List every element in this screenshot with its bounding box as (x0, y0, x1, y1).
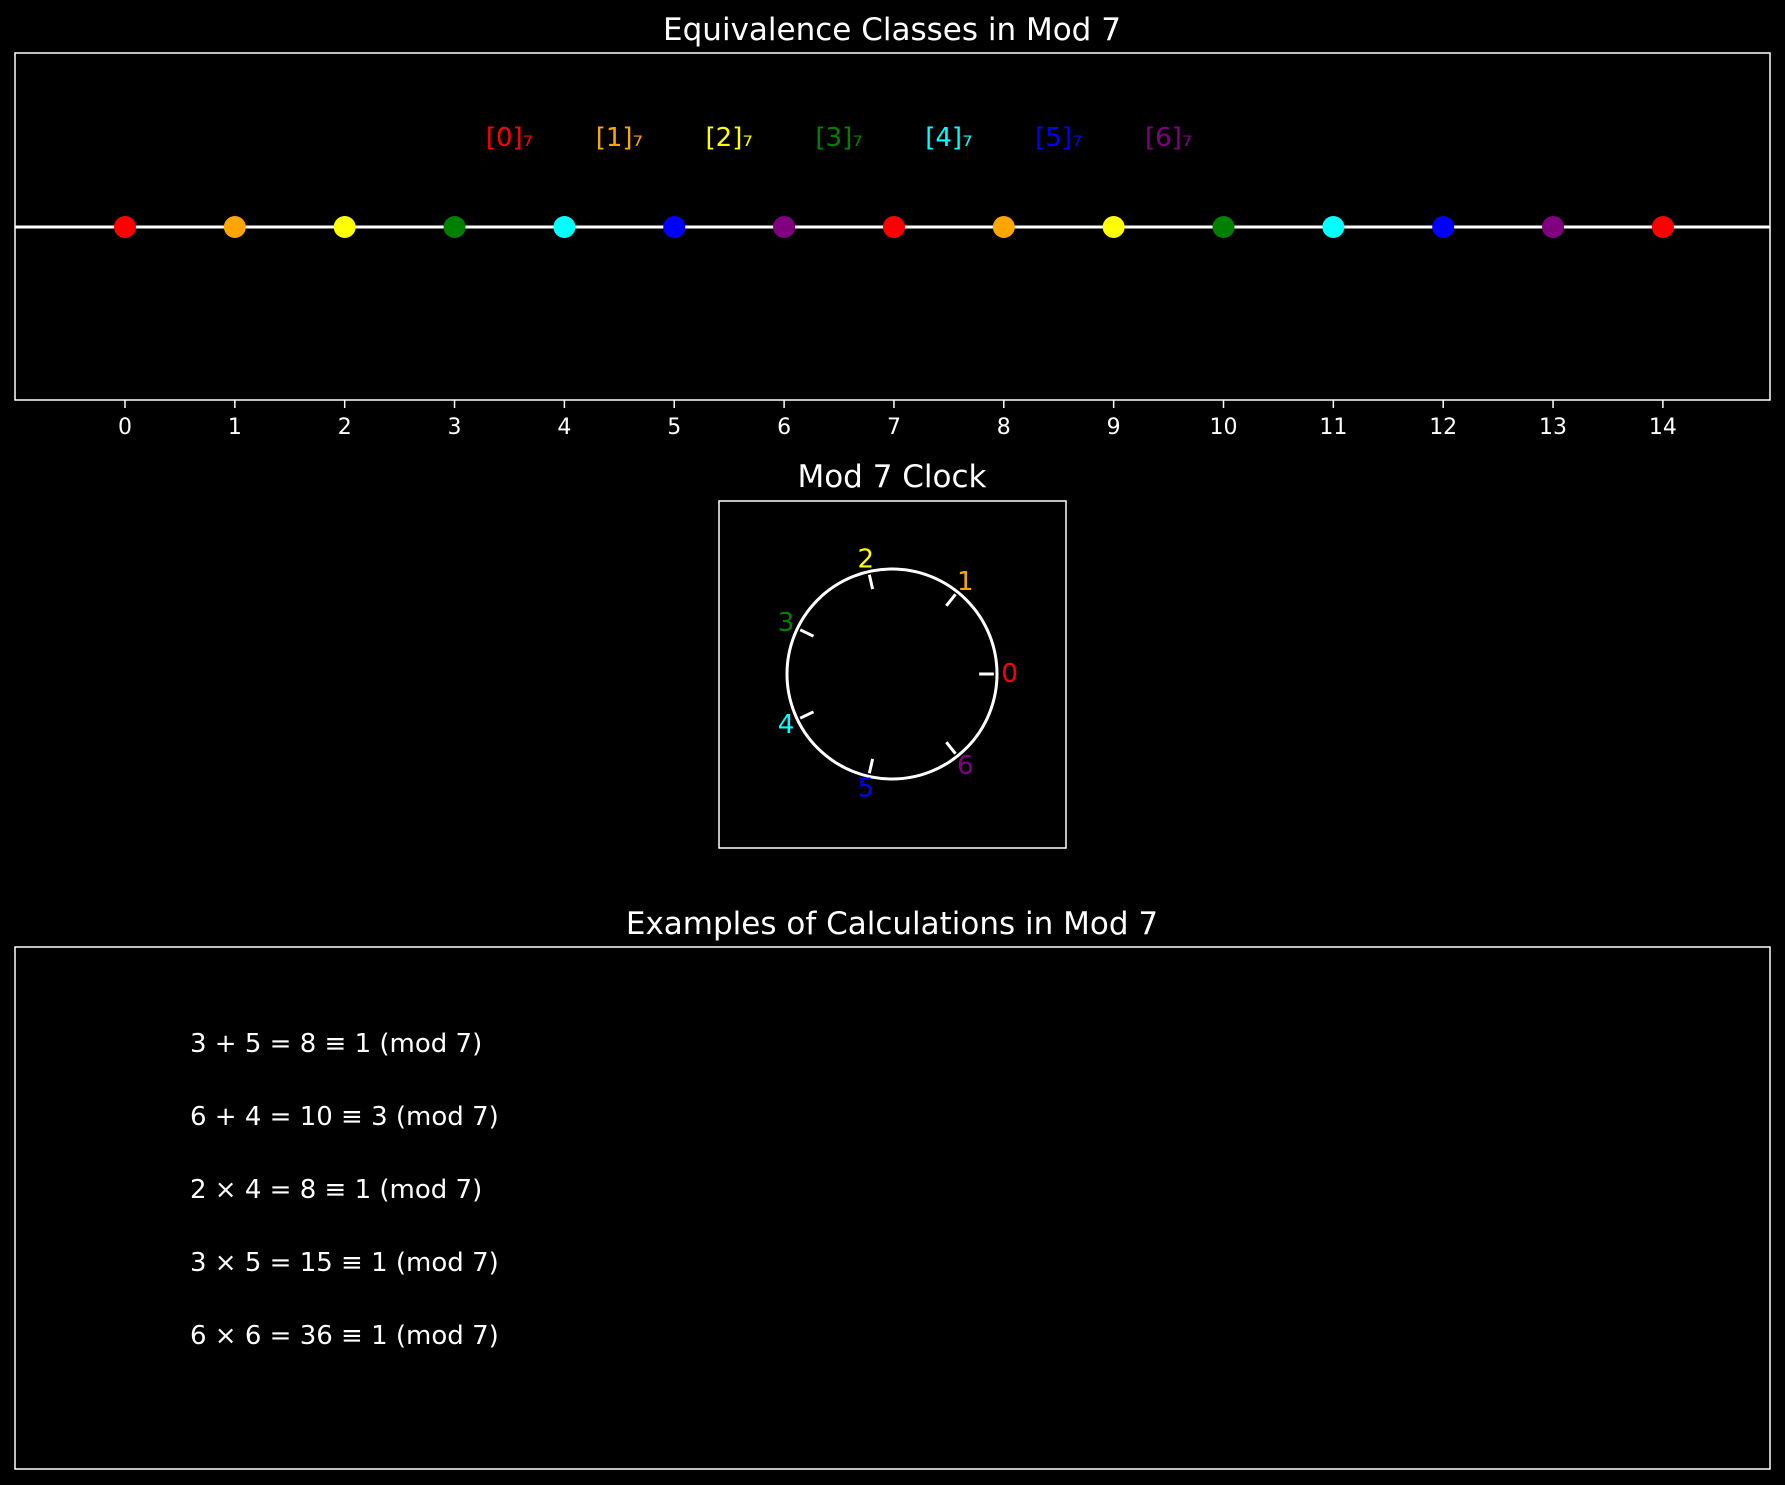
point-6 (773, 216, 796, 238)
tick-label-3: 3 (448, 415, 462, 440)
tick-label-11: 11 (1319, 415, 1347, 440)
tick-label-2: 2 (338, 415, 352, 440)
calculation-line-4: 3 × 5 = 15 ≡ 1 (mod 7) (190, 1248, 499, 1278)
tick-label-4: 4 (557, 415, 571, 440)
class-label-5: [5]₇ (1035, 123, 1082, 153)
tick-label-13: 13 (1539, 415, 1567, 440)
clock-title: Mod 7 Clock (797, 459, 986, 495)
point-10 (1212, 216, 1235, 238)
point-13 (1542, 216, 1565, 238)
point-3 (443, 216, 466, 238)
point-5 (663, 216, 686, 238)
clock-label-6: 6 (957, 751, 974, 781)
number-line-points (114, 216, 1674, 238)
tick-label-5: 5 (667, 415, 681, 440)
clock-mark-2 (867, 574, 875, 590)
point-4 (553, 216, 576, 238)
calculation-line-1: 3 + 5 = 8 ≡ 1 (mod 7) (190, 1029, 482, 1059)
clock-mark-1 (945, 593, 957, 607)
tick-label-9: 9 (1107, 415, 1121, 440)
tick-label-8: 8 (997, 415, 1011, 440)
tick-label-7: 7 (887, 415, 901, 440)
clock-label-1: 1 (957, 567, 974, 597)
point-0 (114, 216, 136, 238)
clock-mark-4 (799, 710, 815, 720)
point-2 (333, 216, 356, 238)
calculation-line-2: 6 + 4 = 10 ≡ 3 (mod 7) (190, 1102, 499, 1132)
class-label-3: [3]₇ (815, 123, 862, 153)
clock-mark-3 (799, 628, 815, 638)
tick-label-0: 0 (118, 415, 132, 440)
clock-circle (785, 567, 999, 781)
point-1 (223, 216, 246, 238)
tick-label-1: 1 (228, 415, 242, 440)
clock-mark-6 (945, 741, 957, 755)
point-7 (882, 216, 905, 238)
tick-label-6: 6 (777, 415, 791, 440)
clock-label-5: 5 (858, 774, 875, 804)
class-label-1: [1]₇ (596, 123, 643, 153)
class-label-0: [0]₇ (486, 123, 533, 153)
point-14 (1651, 216, 1674, 238)
class-label-6: [6]₇ (1145, 123, 1192, 153)
class-label-2: [2]₇ (706, 123, 753, 153)
class-label-4: [4]₇ (925, 123, 972, 153)
clock-label-0: 0 (1001, 659, 1018, 689)
number-line-title: Equivalence Classes in Mod 7 (663, 12, 1121, 48)
calculation-lines: 3 + 5 = 8 ≡ 1 (mod 7) 6 + 4 = 10 ≡ 3 (mod… (190, 1029, 499, 1351)
clock-label-2: 2 (858, 544, 875, 574)
calculation-line-3: 2 × 4 = 8 ≡ 1 (mod 7) (190, 1175, 482, 1205)
point-12 (1432, 216, 1455, 238)
tick-label-12: 12 (1429, 415, 1457, 440)
clock-label-4: 4 (778, 710, 795, 740)
clock-marks: 0 1 2 3 4 5 6 (778, 544, 1018, 803)
point-9 (1102, 216, 1125, 238)
point-11 (1322, 216, 1345, 238)
x-axis-ticks: 0 1 2 3 4 5 6 7 8 9 10 11 12 13 14 (118, 400, 1677, 440)
tick-label-14: 14 (1649, 415, 1677, 440)
class-labels: [0]₇ [1]₇ [2]₇ [3]₇ [4]₇ [5]₇ [6]₇ (486, 123, 1192, 153)
clock-mark-5 (867, 758, 875, 774)
calculations-frame (14, 946, 1771, 1470)
clock-label-3: 3 (778, 608, 795, 638)
calculations-title: Examples of Calculations in Mod 7 (626, 906, 1158, 942)
figure: Equivalence Classes in Mod 7 [0]₇ [1]₇ [2]… (14, 12, 1771, 1470)
point-8 (992, 216, 1015, 238)
calculation-line-5: 6 × 6 = 36 ≡ 1 (mod 7) (190, 1321, 499, 1351)
tick-label-10: 10 (1210, 415, 1238, 440)
